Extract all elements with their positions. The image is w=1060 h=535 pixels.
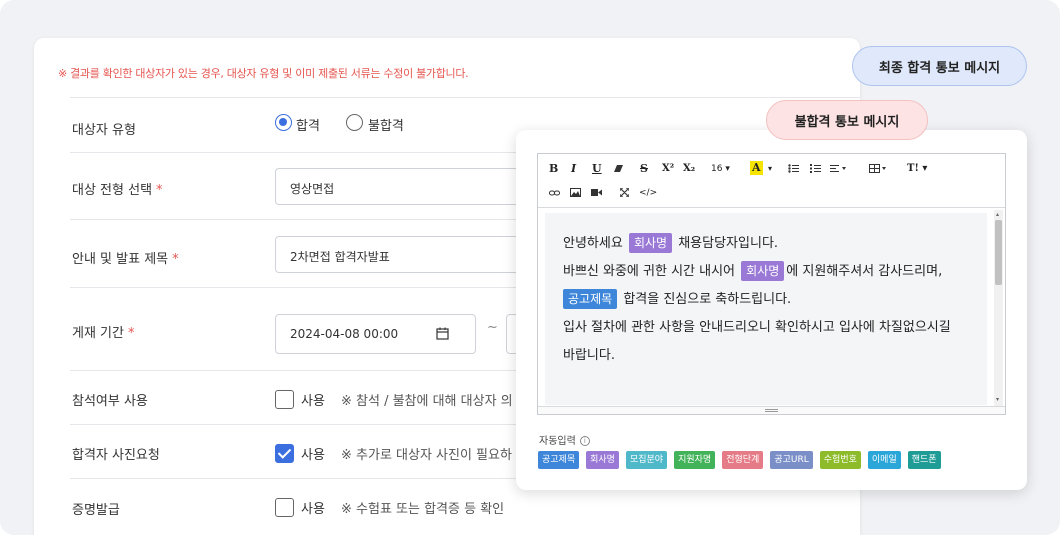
company-name-tag[interactable]: 회사명 (628, 233, 673, 253)
radio-pass-label: 합격 (296, 119, 320, 134)
attendance-note: ※ 참석 / 불참에 대해 대상자 의 (341, 394, 513, 409)
period-separator: ~ (487, 320, 498, 335)
font-color-dropdown-icon[interactable]: ▾ (768, 162, 772, 176)
message-editor-card: B I U S X² X₂ 16 ▾ A ▾ T! ▾ </> 안녕하세요 회사… (516, 130, 1027, 490)
period-start-input[interactable]: 2024-04-08 00:00 (275, 314, 476, 354)
stage-select-dropdown[interactable]: 영상면접 (275, 168, 535, 205)
resize-grip-icon (765, 409, 778, 412)
title-label: 안내 및 발표 제목 * (72, 252, 179, 267)
video-icon[interactable] (591, 189, 602, 196)
chip-exam-number[interactable]: 수험번호 (819, 451, 861, 469)
auto-input-chips: 공고제목 회사명 모집분야 지원자명 전형단계 공고URL 수험번호 이메일 핸… (538, 451, 941, 469)
link-icon[interactable] (549, 189, 560, 197)
calendar-icon[interactable] (436, 327, 449, 340)
chip-applicant-name[interactable]: 지원자명 (674, 451, 716, 469)
align-icon[interactable] (830, 164, 848, 173)
fail-message-tab[interactable]: 불합격 통보 메시지 (766, 100, 928, 140)
period-label: 게재 기간 * (72, 326, 135, 341)
table-icon[interactable] (869, 164, 887, 173)
source-code-button[interactable]: </> (639, 186, 657, 200)
message-content[interactable]: 안녕하세요 회사명 채용담당자입니다. 바쁘신 와중에 귀한 시간 내시어 회사… (545, 213, 987, 405)
chip-email[interactable]: 이메일 (867, 451, 901, 469)
image-icon[interactable] (570, 188, 581, 197)
numbered-list-icon[interactable] (810, 164, 821, 173)
photo-note: ※ 추가로 대상자 사진이 필요하 (341, 448, 512, 463)
editor-resize-handle[interactable] (538, 406, 1005, 414)
eraser-icon[interactable] (613, 164, 624, 174)
auto-input-label: 자동입력 i (539, 432, 590, 447)
certificate-check-label: 사용 (301, 502, 325, 517)
posting-title-tag[interactable]: 공고제목 (563, 289, 618, 309)
editor-scrollbar[interactable]: ▴ ▾ (994, 210, 1003, 406)
certificate-checkbox[interactable] (275, 498, 294, 517)
stage-select-label: 대상 전형 선택 * (72, 183, 163, 198)
fullscreen-icon[interactable] (620, 188, 629, 197)
chip-stage[interactable]: 전형단계 (722, 451, 764, 469)
attendance-label: 참석여부 사용 (72, 394, 148, 409)
chip-company-name[interactable]: 회사명 (586, 451, 619, 469)
notice-text: ※ 결과를 확인한 대상자가 있는 경우, 대상자 유형 및 이미 제출된 서류… (58, 67, 469, 80)
scroll-up-arrow-icon[interactable]: ▴ (996, 211, 999, 218)
chip-posting-title[interactable]: 공고제목 (538, 451, 580, 469)
info-icon[interactable]: i (579, 436, 590, 446)
text-style-button[interactable]: T! ▾ (907, 162, 927, 176)
message-line-5: 바랍니다. (563, 348, 615, 363)
bold-button[interactable]: B (549, 162, 558, 176)
radio-fail[interactable] (346, 114, 363, 131)
strike-button[interactable]: S (640, 162, 648, 176)
photo-check-label: 사용 (301, 448, 325, 463)
superscript-button[interactable]: X² (662, 162, 674, 176)
scrollbar-thumb[interactable] (995, 220, 1002, 285)
period-start-value: 2024-04-08 00:00 (290, 327, 399, 341)
radio-fail-label: 불합격 (368, 119, 404, 134)
message-line-1: 안녕하세요 회사명 채용담당자입니다. (563, 233, 969, 261)
editor-toolbar: B I U S X² X₂ 16 ▾ A ▾ T! ▾ </> (538, 154, 1005, 208)
font-size-select[interactable]: 16 ▾ (711, 162, 730, 176)
company-name-tag-2[interactable]: 회사명 (741, 261, 785, 281)
rich-text-editor: B I U S X² X₂ 16 ▾ A ▾ T! ▾ </> 안녕하세요 회사… (537, 153, 1006, 415)
photo-label: 합격자 사진요청 (72, 448, 160, 463)
photo-checkbox[interactable] (275, 444, 294, 463)
certificate-note: ※ 수험표 또는 합격증 등 확인 (341, 502, 505, 517)
background: ※ 결과를 확인한 대상자가 있는 경우, 대상자 유형 및 이미 제출된 서류… (0, 0, 1060, 535)
font-color-button[interactable]: A (750, 161, 763, 175)
chip-phone[interactable]: 핸드폰 (907, 451, 941, 469)
final-pass-message-tab[interactable]: 최종 합격 통보 메시지 (852, 46, 1027, 86)
italic-button[interactable]: I (571, 162, 576, 176)
scroll-down-arrow-icon[interactable]: ▾ (996, 396, 999, 403)
message-line-3: 공고제목 합격을 진심으로 축하드립니다. (563, 289, 969, 317)
title-input[interactable]: 2차면접 합격자발표 (275, 236, 535, 273)
message-line-4: 입사 절차에 관한 사항을 안내드리오니 확인하시고 입사에 차질없으시길 (563, 320, 951, 335)
chip-recruit-field[interactable]: 모집분야 (625, 451, 668, 469)
underline-button[interactable]: U (592, 162, 602, 176)
target-type-label: 대상자 유형 (72, 123, 136, 138)
certificate-label: 증명발급 (72, 503, 120, 518)
subscript-button[interactable]: X₂ (683, 162, 695, 176)
radio-pass[interactable] (275, 114, 292, 131)
message-line-2: 바쁘신 와중에 귀한 시간 내시어 회사명 에 지원해주셔서 감사드리며, (563, 261, 969, 289)
bullet-list-icon[interactable] (788, 164, 799, 173)
chip-posting-url[interactable]: 공고URL (770, 451, 813, 469)
attendance-check-label: 사용 (301, 394, 325, 409)
attendance-checkbox[interactable] (275, 390, 294, 409)
